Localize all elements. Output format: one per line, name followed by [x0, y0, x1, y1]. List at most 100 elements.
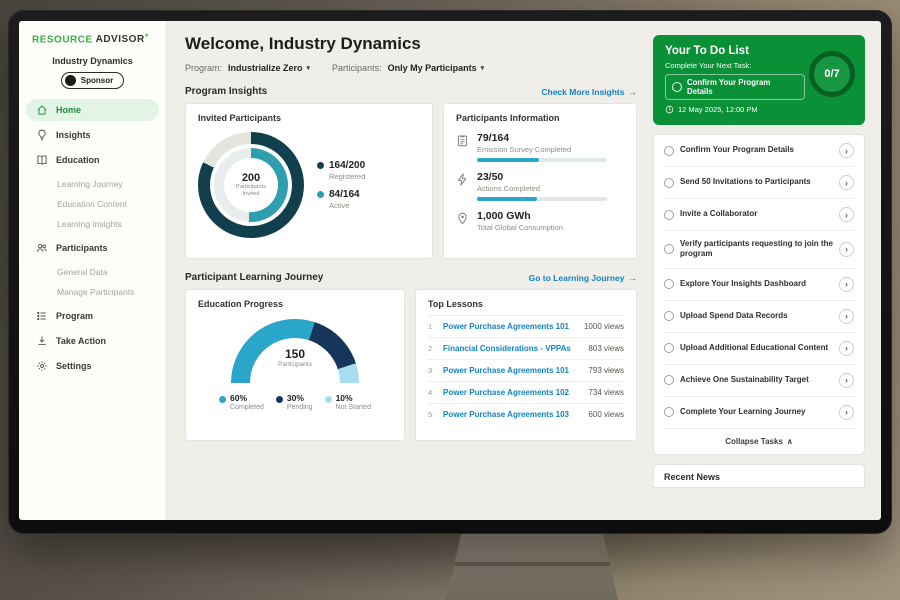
book-icon — [36, 154, 48, 166]
legend-registered: 164/200 Registered — [317, 160, 365, 181]
pending-dot-icon — [276, 396, 283, 403]
sidebar-item-education[interactable]: Education — [26, 149, 159, 171]
sidebar-item-take-action[interactable]: Take Action — [26, 330, 159, 352]
education-card-title: Education Progress — [198, 299, 392, 309]
chevron-right-icon[interactable]: › — [839, 242, 854, 257]
task-item[interactable]: Explore Your Insights Dashboard › — [663, 269, 855, 301]
invited-donut-chart: 200 ParticipantsInvited — [198, 132, 304, 238]
dashboard-screen: RESOURCE ADVISOR+ Industry Dynamics Spon… — [19, 21, 881, 520]
checkbox-icon[interactable] — [664, 375, 674, 385]
lesson-row: 3 Power Purchase Agreements 101 793 view… — [428, 360, 624, 382]
chevron-right-icon[interactable]: › — [839, 341, 854, 356]
list-icon — [36, 310, 48, 322]
check-more-insights-link[interactable]: Check More Insights → — [541, 87, 637, 97]
participants-information-card: Participants Information 79/164 Emission… — [443, 103, 637, 259]
checkbox-icon[interactable] — [664, 343, 674, 353]
chevron-right-icon[interactable]: › — [839, 373, 854, 388]
checkbox-icon[interactable] — [664, 178, 674, 188]
program-insights-header: Program Insights Check More Insights → — [185, 86, 637, 97]
todo-due: 12 May 2025, 12:00 PM — [665, 105, 853, 114]
top-lessons-card: Top Lessons 1 Power Purchase Agreements … — [415, 289, 637, 441]
lesson-link[interactable]: Power Purchase Agreements 103 — [443, 410, 581, 419]
participants-filter-label: Participants: — [332, 63, 382, 73]
checkbox-icon[interactable] — [664, 279, 674, 289]
sidebar-item-general-data[interactable]: General Data — [26, 262, 159, 282]
sidebar-nav: Home Insights Education Learning Journey… — [24, 99, 161, 377]
learning-journey-title: Participant Learning Journey — [185, 272, 323, 283]
next-task-button[interactable]: Confirm Your Program Details — [665, 74, 805, 100]
task-item[interactable]: Send 50 Invitations to Participants › — [663, 167, 855, 199]
task-list-card: Confirm Your Program Details › Send 50 I… — [653, 134, 865, 455]
sidebar-item-settings[interactable]: Settings — [26, 355, 159, 377]
location-pin-icon — [456, 212, 469, 225]
insights-cards-row: Invited Participants 200 ParticipantsInv… — [185, 103, 637, 259]
sidebar-item-home[interactable]: Home — [26, 99, 159, 121]
education-gauge-chart: 150 Participants — [231, 319, 359, 383]
collapse-tasks-button[interactable]: Collapse Tasks ∧ — [663, 429, 855, 454]
program-insights-title: Program Insights — [185, 86, 267, 97]
lesson-row: 5 Power Purchase Agreements 103 600 view… — [428, 404, 624, 425]
task-item[interactable]: Upload Additional Educational Content › — [663, 333, 855, 365]
lesson-row: 4 Power Purchase Agreements 102 734 view… — [428, 382, 624, 404]
task-item[interactable]: Achieve One Sustainability Target › — [663, 365, 855, 397]
legend-not-started: 10% Not Started — [325, 393, 371, 411]
legend-active: 84/164 Active — [317, 189, 365, 210]
chevron-down-icon: ▾ — [481, 64, 485, 72]
checkbox-icon[interactable] — [664, 311, 674, 321]
brand-primary: RESOURCE — [32, 34, 93, 45]
lightning-icon — [456, 173, 469, 186]
lightbulb-icon — [36, 129, 48, 141]
checkbox-icon[interactable] — [664, 210, 674, 220]
lesson-link[interactable]: Power Purchase Agreements 102 — [443, 388, 581, 397]
checkbox-icon[interactable] — [664, 146, 674, 156]
page-title: Welcome, Industry Dynamics — [185, 34, 637, 54]
lesson-link[interactable]: Power Purchase Agreements 101 — [443, 322, 577, 331]
sidebar-item-program[interactable]: Program — [26, 305, 159, 327]
task-item[interactable]: Confirm Your Program Details › — [663, 135, 855, 167]
chevron-right-icon[interactable]: › — [839, 277, 854, 292]
arrow-right-icon: → — [629, 87, 638, 97]
download-icon — [36, 335, 48, 347]
stand-seam — [446, 562, 618, 566]
sponsor-badge-label: Sponsor — [81, 76, 113, 85]
task-item[interactable]: Invite a Collaborator › — [663, 199, 855, 231]
lessons-card-title: Top Lessons — [428, 299, 624, 316]
sidebar-item-education-content[interactable]: Education Content — [26, 194, 159, 214]
todo-panel: Your To Do List Complete Your Next Task:… — [649, 21, 881, 520]
participants-filter-dropdown[interactable]: Only My Participants ▾ — [388, 63, 485, 73]
todo-summary-card: Your To Do List Complete Your Next Task:… — [653, 35, 865, 125]
invited-participants-card: Invited Participants 200 ParticipantsInv… — [185, 103, 433, 259]
org-name: Industry Dynamics — [24, 56, 161, 66]
go-to-learning-journey-link[interactable]: Go to Learning Journey → — [529, 273, 637, 283]
learning-journey-header: Participant Learning Journey Go to Learn… — [185, 272, 637, 283]
legend-completed: 60% Completed — [219, 393, 264, 411]
chevron-right-icon[interactable]: › — [839, 207, 854, 222]
sidebar-item-participants[interactable]: Participants — [26, 237, 159, 259]
donut-center-value: 200 — [242, 172, 260, 184]
task-item[interactable]: Complete Your Learning Journey › — [663, 397, 855, 429]
task-item[interactable]: Upload Spend Data Records › — [663, 301, 855, 333]
chevron-right-icon[interactable]: › — [839, 175, 854, 190]
program-filter-dropdown[interactable]: Industrialize Zero ▾ — [228, 63, 310, 73]
task-item[interactable]: Verify participants requesting to join t… — [663, 231, 855, 269]
checkbox-icon[interactable] — [672, 82, 682, 92]
checkbox-icon[interactable] — [664, 407, 674, 417]
sidebar-item-insights[interactable]: Insights — [26, 124, 159, 146]
chevron-right-icon[interactable]: › — [839, 405, 854, 420]
people-icon — [36, 242, 48, 254]
checkbox-icon[interactable] — [664, 244, 674, 254]
sidebar-item-learning-insights[interactable]: Learning Insights — [26, 214, 159, 234]
donut-legend: 164/200 Registered 84/164 Active — [317, 152, 365, 218]
scene: RESOURCE ADVISOR+ Industry Dynamics Spon… — [0, 0, 900, 600]
sidebar-item-learning-journey[interactable]: Learning Journey — [26, 174, 159, 194]
lesson-link[interactable]: Financial Considerations - VPPAs — [443, 344, 581, 353]
chevron-right-icon[interactable]: › — [839, 309, 854, 324]
lesson-link[interactable]: Power Purchase Agreements 101 — [443, 366, 581, 375]
todo-progress-ring: 0/7 — [809, 51, 855, 97]
legend-pending: 30% Pending — [276, 393, 313, 411]
emission-progress-bar — [477, 158, 607, 162]
sponsor-badge[interactable]: Sponsor — [61, 72, 124, 89]
chevron-right-icon[interactable]: › — [839, 143, 854, 158]
filter-bar: Program: Industrialize Zero ▾ Participan… — [185, 63, 637, 73]
sidebar-item-manage-participants[interactable]: Manage Participants — [26, 282, 159, 302]
